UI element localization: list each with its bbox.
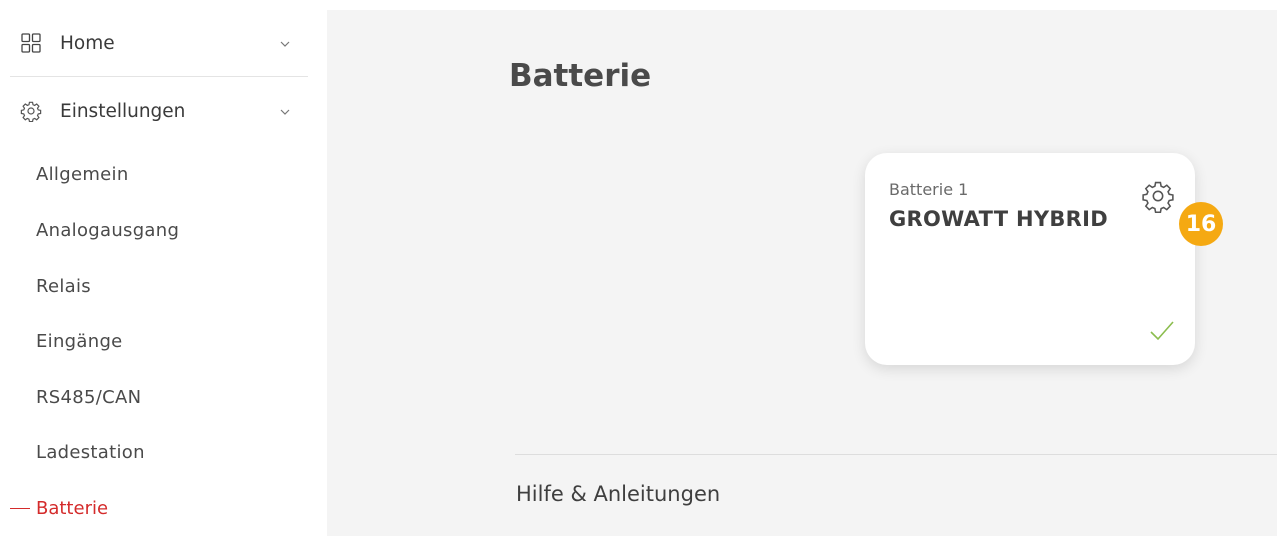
check-icon: [1149, 319, 1175, 343]
main-content: Batterie Batterie 1 GROWATT HYBRID 16 Hi…: [327, 10, 1277, 536]
nav-settings[interactable]: Einstellungen: [10, 78, 308, 144]
nav-settings-label: Einstellungen: [60, 100, 186, 122]
chevron-down-icon[interactable]: [278, 104, 292, 118]
sidebar-item-label: Batterie: [36, 498, 109, 519]
sidebar-item-eingaenge[interactable]: Eingänge: [36, 331, 123, 352]
sidebar-item-ladestation[interactable]: Ladestation: [36, 442, 145, 463]
nav-home[interactable]: Home: [10, 10, 308, 77]
sidebar: Home Einstellungen Allgemein Analogausga…: [0, 0, 327, 536]
sidebar-item-batterie[interactable]: Batterie: [10, 498, 108, 519]
gear-icon[interactable]: [1141, 179, 1175, 214]
sidebar-item-analogausgang[interactable]: Analogausgang: [36, 220, 179, 241]
sidebar-item-relais[interactable]: Relais: [36, 276, 91, 297]
battery-card-subtitle: Batterie 1: [889, 180, 969, 199]
divider: [515, 454, 1277, 455]
grid-icon: [20, 32, 42, 54]
page-title: Batterie: [509, 58, 652, 94]
sidebar-item-rs485-can[interactable]: RS485/CAN: [36, 387, 141, 408]
help-section-title[interactable]: Hilfe & Anleitungen: [516, 482, 720, 506]
nav-home-label: Home: [60, 32, 115, 54]
step-badge: 16: [1179, 202, 1223, 246]
gear-icon: [20, 100, 42, 122]
battery-card[interactable]: Batterie 1 GROWATT HYBRID: [865, 153, 1195, 365]
sidebar-item-allgemein[interactable]: Allgemein: [36, 164, 129, 185]
battery-card-name: GROWATT HYBRID: [889, 207, 1108, 231]
chevron-down-icon[interactable]: [278, 36, 292, 50]
active-indicator: [10, 507, 30, 510]
